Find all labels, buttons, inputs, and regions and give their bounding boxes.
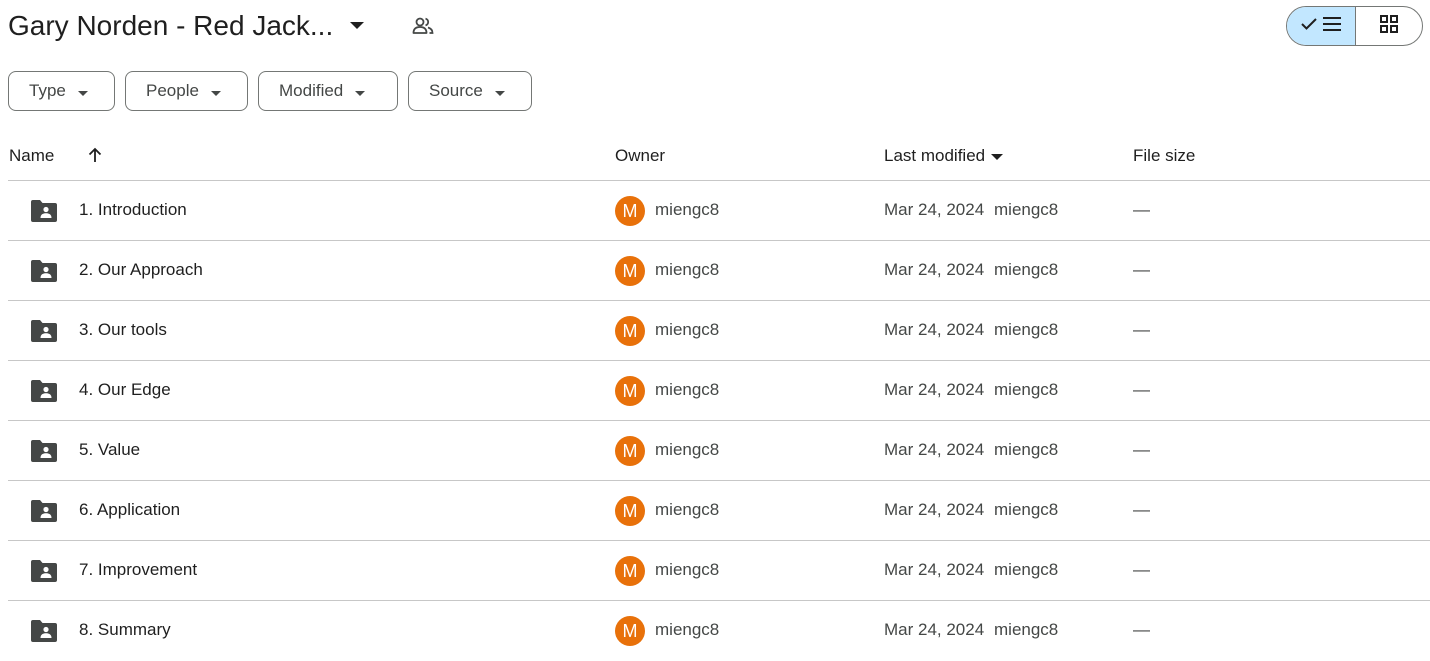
modified-filter-label: Modified	[279, 81, 344, 100]
folder-title-button[interactable]: Gary Norden - Red Jack...	[8, 6, 367, 46]
shared-folder-icon	[31, 200, 57, 222]
modified-date: Mar 24, 2024	[884, 500, 985, 519]
modified-date: Mar 24, 2024	[884, 320, 985, 339]
modified-date: Mar 24, 2024	[884, 260, 985, 279]
avatar: M	[615, 376, 645, 406]
folder-title: Gary Norden - Red Jack...	[8, 10, 334, 41]
modified-date: Mar 24, 2024	[884, 380, 985, 399]
modified-by: miengc8	[994, 440, 1059, 459]
avatar: M	[615, 316, 645, 346]
view-toggle	[1286, 6, 1423, 46]
modified-date: Mar 24, 2024	[884, 440, 985, 459]
file-size: —	[1133, 380, 1150, 399]
modified-date: Mar 24, 2024	[884, 200, 985, 219]
header: Gary Norden - Red Jack...	[0, 0, 1430, 52]
shared-folder-icon	[31, 440, 57, 462]
table-row[interactable]: 2. Our Approach M miengc8 Mar 24, 2024 m…	[8, 241, 1430, 301]
grid-view-button[interactable]	[1356, 7, 1422, 45]
avatar: M	[615, 616, 645, 646]
owner-column-header: Owner	[615, 146, 666, 165]
arrow-drop-down-icon	[355, 81, 366, 101]
list-view-button[interactable]	[1287, 7, 1356, 45]
people-filter-chip[interactable]: People	[125, 71, 248, 111]
owner-name: miengc8	[655, 560, 720, 579]
avatar: M	[615, 196, 645, 226]
table-row[interactable]: 7. Improvement M miengc8 Mar 24, 2024 mi…	[8, 541, 1430, 601]
shared-folder-icon	[31, 560, 57, 582]
table-row[interactable]: 8. Summary M miengc8 Mar 24, 2024 miengc…	[8, 601, 1430, 661]
modified-by: miengc8	[994, 260, 1059, 279]
file-size: —	[1133, 620, 1150, 639]
type-filter-chip[interactable]: Type	[8, 71, 115, 111]
table-row[interactable]: 1. Introduction M miengc8 Mar 24, 2024 m…	[8, 181, 1430, 241]
owner-name: miengc8	[655, 260, 720, 279]
owner-name: miengc8	[655, 620, 720, 639]
file-name: 1. Introduction	[79, 200, 187, 219]
modified-by: miengc8	[994, 200, 1059, 219]
table-row[interactable]: 6. Application M miengc8 Mar 24, 2024 mi…	[8, 481, 1430, 541]
list-icon	[1323, 16, 1341, 36]
file-name: 7. Improvement	[79, 560, 198, 579]
modified-by: miengc8	[994, 320, 1059, 339]
file-name: 2. Our Approach	[79, 260, 203, 279]
people-filter-label: People	[146, 81, 199, 100]
type-filter-label: Type	[29, 81, 66, 100]
avatar: M	[615, 496, 645, 526]
shared-folder-icon	[31, 320, 57, 342]
arrow-drop-down-icon	[77, 81, 88, 101]
file-name: 4. Our Edge	[79, 380, 171, 399]
sort-arrow-up-icon[interactable]	[84, 144, 106, 166]
file-name: 3. Our tools	[79, 320, 167, 339]
shared-folder-icon	[31, 260, 57, 282]
modified-by: miengc8	[994, 620, 1059, 639]
owner-name: miengc8	[655, 380, 720, 399]
file-size: —	[1133, 260, 1150, 279]
modified-by: miengc8	[994, 500, 1059, 519]
table-header: Name Owner Last modified File size	[8, 134, 1430, 181]
arrow-drop-down-icon	[494, 81, 505, 101]
table-row[interactable]: 5. Value M miengc8 Mar 24, 2024 miengc8 …	[8, 421, 1430, 481]
source-filter-chip[interactable]: Source	[408, 71, 532, 111]
modified-date: Mar 24, 2024	[884, 560, 985, 579]
file-size: —	[1133, 320, 1150, 339]
file-size: —	[1133, 560, 1150, 579]
file-size: —	[1133, 500, 1150, 519]
modified-date: Mar 24, 2024	[884, 620, 985, 639]
shared-folder-icon	[31, 500, 57, 522]
last-modified-label: Last modified	[884, 146, 986, 165]
owner-name: miengc8	[655, 500, 720, 519]
arrow-drop-down-icon	[347, 16, 367, 36]
avatar: M	[615, 556, 645, 586]
modified-by: miengc8	[994, 380, 1059, 399]
file-size-column-header: File size	[1133, 146, 1196, 165]
arrow-drop-down-icon	[210, 81, 221, 101]
source-filter-label: Source	[429, 81, 483, 100]
arrow-drop-down-icon	[991, 146, 1004, 166]
shared-folder-icon	[31, 620, 57, 642]
grid-icon	[1380, 14, 1398, 38]
name-column-header[interactable]: Name	[9, 146, 54, 166]
shared-folder-icon	[31, 380, 57, 402]
check-icon	[1301, 17, 1317, 35]
table-row[interactable]: 3. Our tools M miengc8 Mar 24, 2024 mien…	[8, 301, 1430, 361]
last-modified-column-header[interactable]: Last modified	[884, 146, 1004, 166]
owner-name: miengc8	[655, 320, 720, 339]
avatar: M	[615, 256, 645, 286]
modified-filter-chip[interactable]: Modified	[258, 71, 398, 111]
file-size: —	[1133, 440, 1150, 459]
file-name: 5. Value	[79, 440, 141, 459]
owner-name: miengc8	[655, 440, 720, 459]
file-name: 6. Application	[79, 500, 181, 519]
people-icon[interactable]	[410, 14, 436, 38]
file-name: 8. Summary	[79, 620, 171, 639]
file-size: —	[1133, 200, 1150, 219]
filter-chips: Type People Modified Source	[8, 71, 532, 111]
modified-by: miengc8	[994, 560, 1059, 579]
owner-name: miengc8	[655, 200, 720, 219]
file-list: 1. Introduction M miengc8 Mar 24, 2024 m…	[8, 181, 1430, 661]
table-row[interactable]: 4. Our Edge M miengc8 Mar 24, 2024 mieng…	[8, 361, 1430, 421]
avatar: M	[615, 436, 645, 466]
